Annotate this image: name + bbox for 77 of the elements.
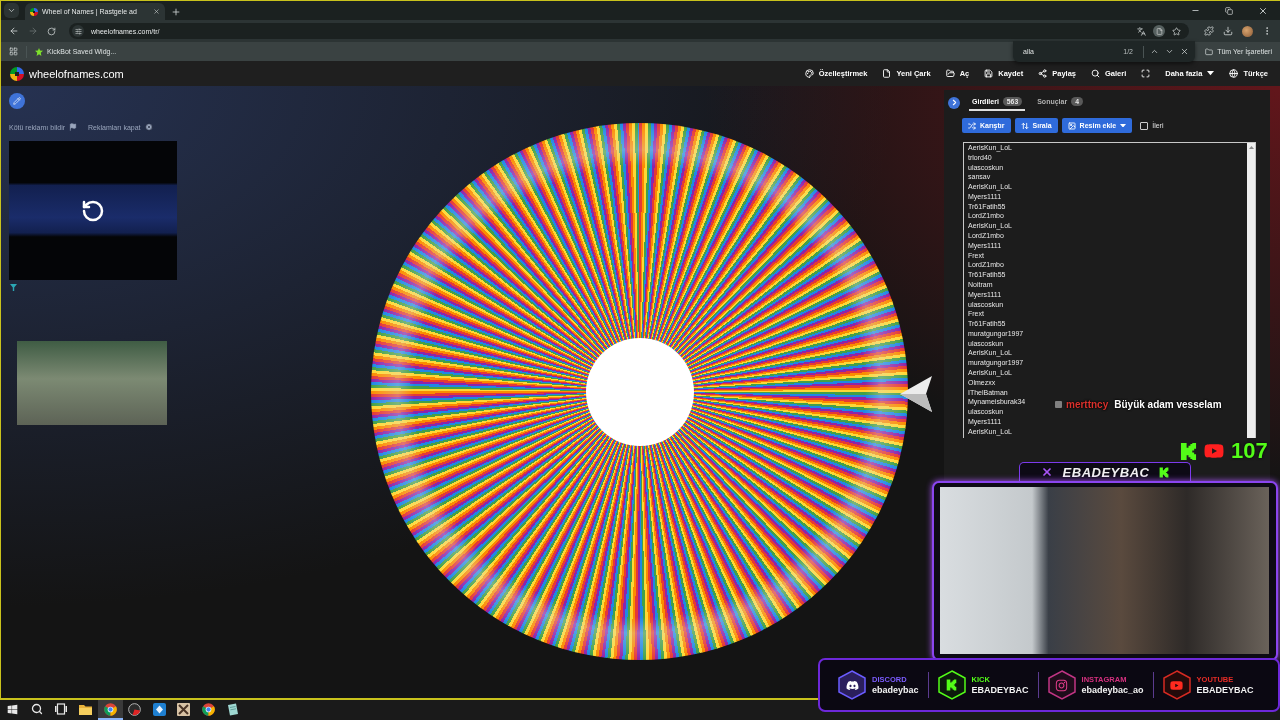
site-name[interactable]: wheelofnames.com [29,67,124,80]
browser-icon[interactable] [201,702,215,716]
task-view-icon[interactable] [55,703,68,715]
edit-button[interactable] [9,93,25,109]
streamer-name: EBADEYBAC [1062,464,1150,480]
chevron-down-icon[interactable] [1165,47,1174,56]
collapse-button[interactable] [948,96,960,109]
site-info-icon[interactable] [72,25,84,37]
cross-icon [1040,466,1053,478]
reload-icon[interactable] [47,26,56,36]
back-icon[interactable] [9,26,19,36]
advanced-checkbox[interactable] [1140,121,1149,130]
app-icon[interactable] [177,702,191,716]
star-icon[interactable] [1172,26,1181,36]
note-icon[interactable] [226,702,239,716]
download-icon[interactable] [1223,26,1233,36]
folder-icon[interactable] [79,703,93,715]
taskbar-button[interactable] [98,700,123,720]
folder-icon [945,69,955,78]
entries-field[interactable] [963,142,1256,438]
palette-icon [804,69,814,78]
folder-icon [1205,47,1214,56]
youtube-icon [1162,670,1191,700]
kick-icon [937,670,966,700]
gauge-icon[interactable] [128,702,142,716]
flag-icon [69,123,78,131]
puzzle-icon[interactable] [1204,26,1214,36]
bookmark-favicon [35,47,43,56]
social-handle: ebadeybac [872,685,919,695]
close-icon [144,123,153,131]
site-logo-icon[interactable] [10,66,24,81]
share-icon [1038,69,1048,78]
search-icon[interactable] [30,703,43,715]
app-icon[interactable] [152,702,166,716]
site-favicon [30,7,38,16]
windows-icon[interactable] [6,703,18,715]
kick-icon [1180,441,1197,461]
instagram-icon [1047,670,1076,700]
restore-icon[interactable] [1225,6,1233,15]
social-handle: EBADEYBAC [971,685,1029,695]
sort-icon [1020,121,1029,130]
pointer-icon [899,374,933,414]
viewer-count: 107 [1231,440,1268,462]
chat-badge-icon [1055,401,1062,408]
translate-icon[interactable] [1137,26,1146,36]
fullscreen-icon[interactable] [1141,69,1151,78]
new-tab-icon[interactable] [171,6,181,17]
extension-icon[interactable] [1153,25,1165,37]
search-icon [1091,69,1100,78]
chat-username: merttncy [1066,399,1109,410]
social-handle: ebadeybac_ao [1081,685,1144,695]
chevron-up-icon[interactable] [1150,47,1159,56]
apps-grid-icon[interactable] [9,47,18,56]
caret-icon [1120,123,1127,128]
chevron-down-icon [7,6,16,15]
file-icon [882,69,892,78]
chat-message: Büyük adam vesselam [1114,399,1222,410]
kick-icon [1159,466,1170,478]
replay-icon[interactable] [81,198,105,223]
tab-list-button[interactable] [4,3,19,18]
profile-avatar[interactable] [1242,25,1253,37]
image-icon [1067,121,1076,130]
close-icon[interactable] [1258,5,1268,16]
close-icon[interactable] [153,8,160,15]
scroll-up-icon[interactable] [1248,146,1254,149]
close-icon[interactable] [1180,47,1189,56]
pencil-icon [13,97,21,105]
wheel-hub[interactable] [585,337,694,446]
globe-icon [1229,69,1239,78]
shuffle-icon [968,121,976,130]
discord-icon [838,670,866,700]
funnel-icon[interactable] [10,284,17,291]
save-icon [984,69,994,78]
browser-icon[interactable] [103,702,117,716]
social-handle: EBADEYBAC [1196,685,1254,695]
scrollbar[interactable] [1247,143,1255,438]
caret-icon [1207,71,1215,76]
